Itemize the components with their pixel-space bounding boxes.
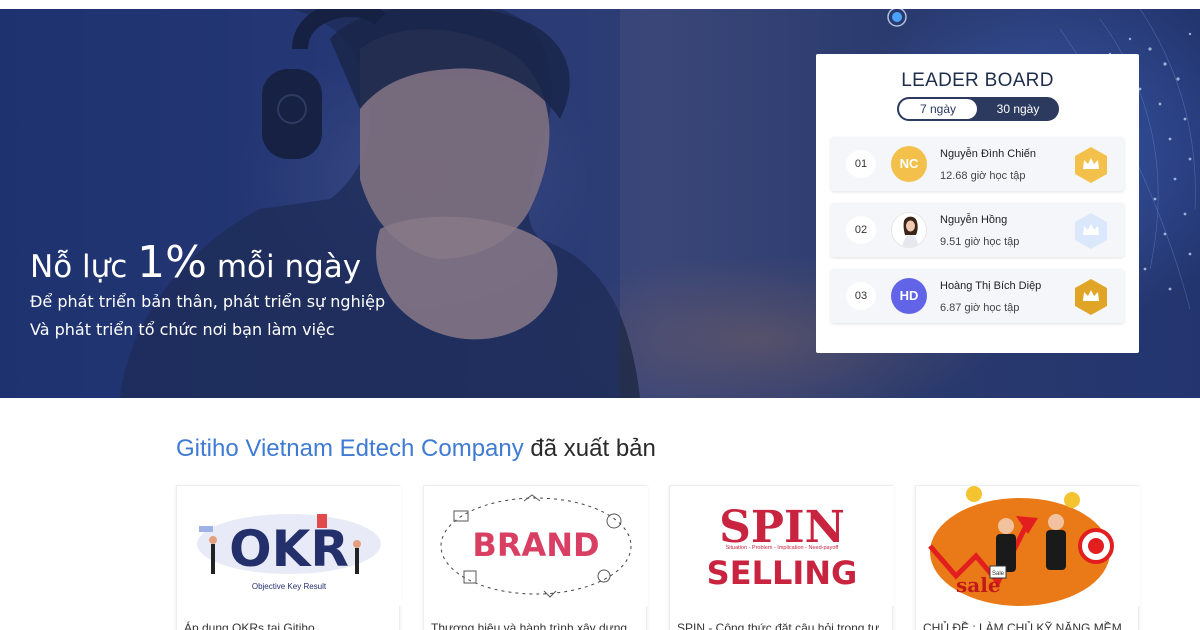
brand-logo-text: BRAND (472, 526, 599, 564)
hero-title-highlight: 1% (137, 237, 207, 288)
crown-icon (1075, 279, 1107, 315)
course-title[interactable]: CHỦ ĐỀ : LÀM CHỦ KỸ NĂNG MỀM (923, 621, 1135, 630)
leaderboard-panel: LEADER BOARD 7 ngày 30 ngày 01 NC Nguyễn… (816, 54, 1139, 353)
user-photo-avatar (891, 212, 927, 248)
user-name: Nguyễn Đình Chiến (940, 148, 1037, 160)
avatar: NC (891, 146, 927, 182)
course-title[interactable]: SPIN - Công thức đặt câu hỏi trong tư (677, 621, 889, 630)
section-title-suffix: đã xuất bản (523, 435, 656, 462)
tab-7-days[interactable]: 7 ngày (899, 99, 977, 119)
course-title[interactable]: Áp dụng OKRs tại Gitiho (184, 621, 396, 630)
hero-title-prefix: Nỗ lực (30, 249, 138, 285)
leaderboard-entry[interactable]: 01 NC Nguyễn Đình Chiến 12.68 giờ học tậ… (831, 137, 1124, 191)
okr-caption: Objective Key Result (252, 582, 327, 591)
user-photo-icon (892, 213, 926, 247)
rank-number: 02 (846, 216, 876, 244)
hero-subtitle-2: Và phát triển tổ chức nơi bạn làm việc (30, 320, 335, 339)
crown-icon (1075, 213, 1107, 249)
crown-icon (1075, 147, 1107, 183)
course-title[interactable]: Thương hiệu và hành trình xây dựng (431, 621, 643, 630)
study-hours: 6.87 giờ học tập (940, 302, 1020, 314)
study-hours: 12.68 giờ học tập (940, 170, 1026, 182)
avatar: HD (891, 278, 927, 314)
user-name: Nguyễn Hồng (940, 214, 1008, 226)
course-card[interactable]: BRAND Thương hiệu và hành trình xây dựng (423, 485, 648, 630)
course-card[interactable]: Sale sale CHỦ ĐỀ : LÀM CHỦ KỸ NĂNG MỀM (915, 485, 1140, 630)
hero-subtitle-1: Để phát triển bản thân, phát triển sự ng… (30, 292, 386, 311)
top-strip (0, 0, 1200, 9)
spin-caption: Situation - Problem - Implication - Need… (726, 545, 839, 551)
hero-title-suffix: mỗi ngày (206, 249, 362, 285)
sale-logo-text: sale (956, 573, 1001, 597)
course-thumbnail: SPIN Situation - Problem - Implication -… (670, 486, 894, 606)
course-thumbnail: Sale sale (916, 486, 1140, 606)
company-name-link[interactable]: Gitiho Vietnam Edtech Company (176, 435, 524, 462)
course-card[interactable]: SPIN Situation - Problem - Implication -… (669, 485, 894, 630)
course-card[interactable]: OKR Objective Key Result Áp dụng OKRs tạ… (176, 485, 401, 630)
okr-logo-text: OKR (229, 520, 349, 578)
study-hours: 9.51 giờ học tập (940, 236, 1020, 248)
leaderboard-entry[interactable]: 02 Nguyễn Hồng 9.51 giờ học tập (831, 203, 1124, 257)
glow-dot (892, 12, 902, 22)
course-thumbnail: OKR Objective Key Result (177, 486, 401, 606)
selling-logo-text: SELLING (707, 554, 858, 592)
rank-number: 01 (846, 150, 876, 178)
rank-number: 03 (846, 282, 876, 310)
hero-title: Nỗ lực 1% mỗi ngày (30, 237, 361, 288)
leaderboard-entry[interactable]: 03 HD Hoàng Thị Bích Diệp 6.87 giờ học t… (831, 269, 1124, 323)
section-title: Gitiho Vietnam Edtech Company đã xuất bả… (176, 435, 656, 463)
leaderboard-tabs: 7 ngày 30 ngày (897, 97, 1059, 121)
course-thumbnail: BRAND (424, 486, 648, 606)
leaderboard-title: LEADER BOARD (901, 70, 1054, 91)
hero-banner: Nỗ lực 1% mỗi ngày Để phát triển bản thâ… (0, 9, 1200, 398)
tab-30-days[interactable]: 30 ngày (979, 99, 1057, 119)
user-name: Hoàng Thị Bích Diệp (940, 280, 1042, 292)
